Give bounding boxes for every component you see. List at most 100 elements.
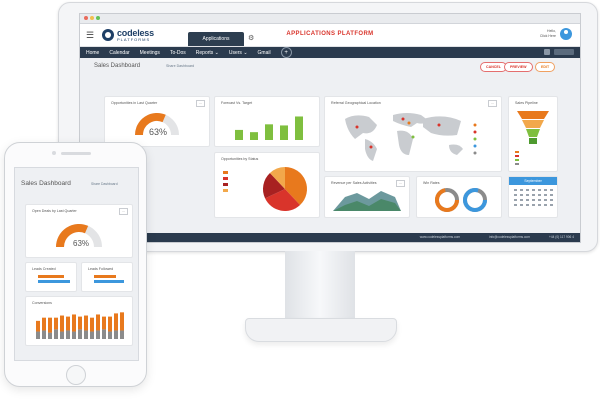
forecast-bar — [235, 129, 243, 140]
conversion-bar — [66, 316, 70, 331]
funnel-stage — [517, 111, 549, 119]
conversion-bar — [120, 330, 124, 339]
conversion-bar — [96, 330, 100, 339]
conversion-bar — [90, 317, 94, 332]
conversions-stacked-bar — [36, 312, 124, 339]
map-legend-dot — [473, 130, 477, 134]
monitor-neck — [285, 251, 355, 323]
phone-leads-created: Leads Created — [25, 262, 77, 292]
add-icon[interactable]: + — [280, 47, 292, 58]
nav-right-controls — [544, 49, 574, 55]
nav-users[interactable]: Users ⌄ — [229, 50, 248, 56]
conversion-bar — [108, 316, 112, 332]
pie-legend-swatch — [223, 177, 228, 180]
conversion-bar — [102, 329, 106, 339]
user-area[interactable]: Hello, Click Here — [540, 28, 572, 40]
nav-search-box[interactable] — [554, 49, 574, 55]
nav-todos[interactable]: To-Dos — [170, 50, 186, 56]
map-legend-dot — [473, 123, 477, 127]
main-nav: Home Calendar Meetings To-Dos Reports ⌄ … — [80, 47, 580, 58]
conversion-bar — [66, 330, 70, 339]
speaker-icon — [61, 152, 91, 155]
desktop-screen: ☰ codeless PLATFORMS Applications ⚙ APPL… — [79, 13, 581, 243]
forecast-bar — [280, 125, 288, 140]
conversion-bar — [60, 315, 64, 332]
funnel-stage — [529, 138, 537, 144]
minimize-dot-icon[interactable] — [90, 16, 94, 20]
forecast-bar — [250, 132, 258, 140]
phone-gauge-widget: Open Deals by Last Quarter … 63% — [25, 204, 133, 258]
conversion-bar — [48, 317, 52, 333]
nav-home[interactable]: Home — [86, 50, 99, 56]
gauge-percent: 63% — [149, 127, 168, 137]
edit-button[interactable]: EDIT — [535, 62, 556, 72]
conversion-bar — [72, 314, 76, 332]
funnel-stage — [522, 120, 544, 128]
camera-icon — [52, 151, 56, 155]
footer-bar: www.codelessplatforms.com info@codelessp… — [80, 233, 580, 242]
conversion-bar — [36, 320, 40, 332]
nav-reports[interactable]: Reports ⌄ — [196, 50, 219, 56]
win-rate-widget: Win Rates — [416, 176, 502, 218]
platform-title: APPLICATIONS PLATFORM — [286, 31, 374, 37]
page-bar: Sales Dashboard Share Dashboard CANCEL P… — [80, 58, 580, 76]
conversion-bar — [84, 330, 88, 339]
phone-leads-followed: Leads Followed — [81, 262, 133, 292]
forecast-bar — [295, 116, 303, 140]
map-marker-icon — [355, 125, 359, 129]
nav-gmail[interactable]: Gmail — [258, 50, 271, 56]
funnel-chart — [515, 111, 549, 165]
map-marker-icon — [401, 117, 405, 121]
cancel-button[interactable]: CANCEL — [480, 62, 507, 72]
conversion-bar — [72, 331, 76, 339]
phone-page-title: Sales Dashboard — [21, 180, 71, 187]
status-pie-chart — [223, 167, 307, 211]
phone-gauge-percent: 63% — [73, 239, 90, 248]
calendar-grid[interactable] — [509, 177, 557, 217]
phone-share-link[interactable]: Share Dashboard — [91, 182, 118, 186]
gauge-chart — [135, 113, 179, 136]
map-legend-dot — [473, 137, 477, 141]
maximize-dot-icon[interactable] — [96, 16, 100, 20]
conversion-bar — [42, 330, 46, 339]
conversion-bar — [48, 332, 52, 339]
phone-screen: Sales Dashboard Share Dashboard Open Dea… — [14, 167, 139, 361]
conversion-bar — [114, 313, 118, 331]
revenue-area-chart — [333, 191, 401, 211]
conversion-bar — [78, 316, 82, 330]
pipeline-widget: Sales Pipeline — [508, 96, 558, 172]
user-link[interactable]: Click Here — [540, 34, 556, 39]
conversion-bar — [84, 315, 88, 331]
nav-calendar[interactable]: Calendar — [109, 50, 129, 56]
revenue-area-widget: Revenue per Sales Activities … — [324, 176, 410, 218]
monitor-base — [245, 318, 397, 342]
forecast-bar — [265, 124, 273, 140]
preview-button[interactable]: PREVIEW — [504, 62, 533, 72]
conversion-bar — [42, 317, 46, 331]
gauge-widget: Opportunities in Last Quarter … 63% — [104, 96, 210, 147]
nav-meetings[interactable]: Meetings — [140, 50, 160, 56]
page-title: Sales Dashboard — [94, 63, 141, 69]
conversion-bar — [90, 331, 94, 339]
pie-legend-swatch — [223, 183, 228, 186]
footer-link[interactable]: www.codelessplatforms.com — [420, 235, 460, 239]
close-dot-icon[interactable] — [84, 16, 88, 20]
map-legend-dot — [473, 151, 477, 155]
pie-legend-swatch — [223, 171, 228, 174]
map-legend-dot — [473, 144, 477, 148]
view-icon[interactable] — [544, 49, 550, 55]
map-widget: Referral Geographical Location … — [324, 96, 502, 172]
funnel-stage — [526, 129, 540, 137]
footer-link[interactable]: info@codelessplatforms.com — [489, 235, 530, 239]
home-button[interactable] — [66, 365, 86, 385]
conversion-bar — [108, 331, 112, 339]
phone-device: Sales Dashboard Share Dashboard Open Dea… — [4, 142, 147, 387]
phone-conversions-widget: Conversions — [25, 296, 133, 346]
world-map — [345, 113, 477, 161]
avatar[interactable] — [560, 28, 572, 40]
conversion-bar — [54, 317, 58, 330]
app-header: ☰ codeless PLATFORMS Applications ⚙ APPL… — [80, 24, 580, 47]
conversion-bar — [78, 329, 82, 339]
share-dashboard-link[interactable]: Share Dashboard — [166, 64, 194, 68]
conversion-bar — [36, 331, 40, 339]
